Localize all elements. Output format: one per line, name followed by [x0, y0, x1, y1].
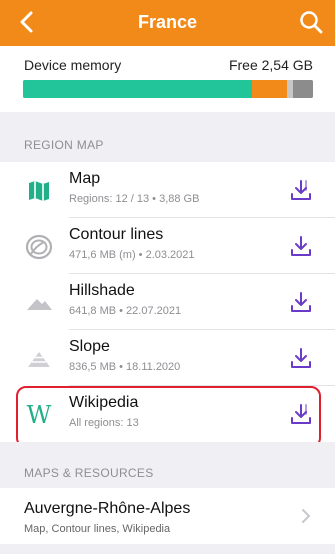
chevron-right-icon — [302, 509, 310, 523]
download-icon[interactable] — [289, 346, 313, 370]
top-app-bar: France — [0, 0, 335, 46]
item-subtitle: Regions: 12 / 13 • 3,88 GB — [69, 193, 200, 205]
item-subtitle: 641,8 MB • 22.07.2021 — [69, 305, 182, 317]
memory-segment-other — [252, 80, 287, 98]
list-item-auvergne-rhone-alpes[interactable]: Auvergne-Rhône-Alpes Map, Contour lines,… — [0, 488, 335, 544]
region-map-header-label: REGION MAP — [24, 138, 104, 152]
device-memory-label: Device memory — [24, 57, 122, 73]
item-name: Contour lines — [69, 226, 164, 243]
item-name: Map — [69, 170, 101, 187]
item-subtitle: 471,6 MB (m) • 2.03.2021 — [69, 249, 195, 261]
maps-resources-header-label: MAPS & RESOURCES — [24, 466, 154, 480]
download-icon[interactable] — [289, 234, 313, 258]
slope-icon — [28, 352, 50, 367]
svg-text:W: W — [27, 401, 52, 429]
map-icon — [29, 181, 49, 201]
item-subtitle: 836,5 MB • 18.11.2020 — [69, 361, 181, 373]
section-header-region-map: REGION MAP — [0, 126, 335, 162]
list-item-contour-lines[interactable]: Contour lines 471,6 MB (m) • 2.03.2021 — [0, 218, 335, 274]
item-name: Auvergne-Rhône-Alpes — [24, 500, 191, 517]
memory-segment-maps — [23, 80, 253, 98]
free-memory-value: Free 2,54 GB — [228, 57, 313, 73]
memory-segment-free — [292, 80, 313, 98]
list-item-slope[interactable]: Slope 836,5 MB • 18.11.2020 — [0, 330, 335, 386]
device-memory-panel: Device memory Free 2,54 GB — [0, 46, 335, 112]
contour-lines-icon — [25, 234, 53, 260]
list-item-wikipedia[interactable]: W Wikipedia All regions: 13 — [0, 386, 335, 442]
search-icon[interactable] — [297, 8, 325, 36]
hillshade-icon — [27, 299, 52, 310]
page-title: France — [137, 12, 198, 32]
list-item-map[interactable]: Map Regions: 12 / 13 • 3,88 GB — [0, 162, 335, 218]
item-name: Hillshade — [69, 282, 135, 299]
item-name: Slope — [69, 338, 110, 355]
item-name: Wikipedia — [69, 394, 139, 411]
section-spacer — [0, 112, 335, 126]
download-icon[interactable] — [289, 290, 313, 314]
download-icon[interactable] — [289, 402, 313, 426]
section-header-maps-resources: MAPS & RESOURCES — [0, 442, 335, 488]
list-item-hillshade[interactable]: Hillshade 641,8 MB • 22.07.2021 — [0, 274, 335, 330]
region-map-list: Map Regions: 12 / 13 • 3,88 GB Contour l… — [0, 162, 335, 442]
bottom-spacer — [0, 544, 335, 554]
item-subtitle: Map, Contour lines, Wikipedia — [24, 523, 171, 535]
download-icon[interactable] — [289, 178, 313, 202]
memory-usage-bar — [23, 80, 313, 98]
item-subtitle: All regions: 13 — [69, 417, 139, 429]
wikipedia-icon: W — [27, 401, 52, 429]
